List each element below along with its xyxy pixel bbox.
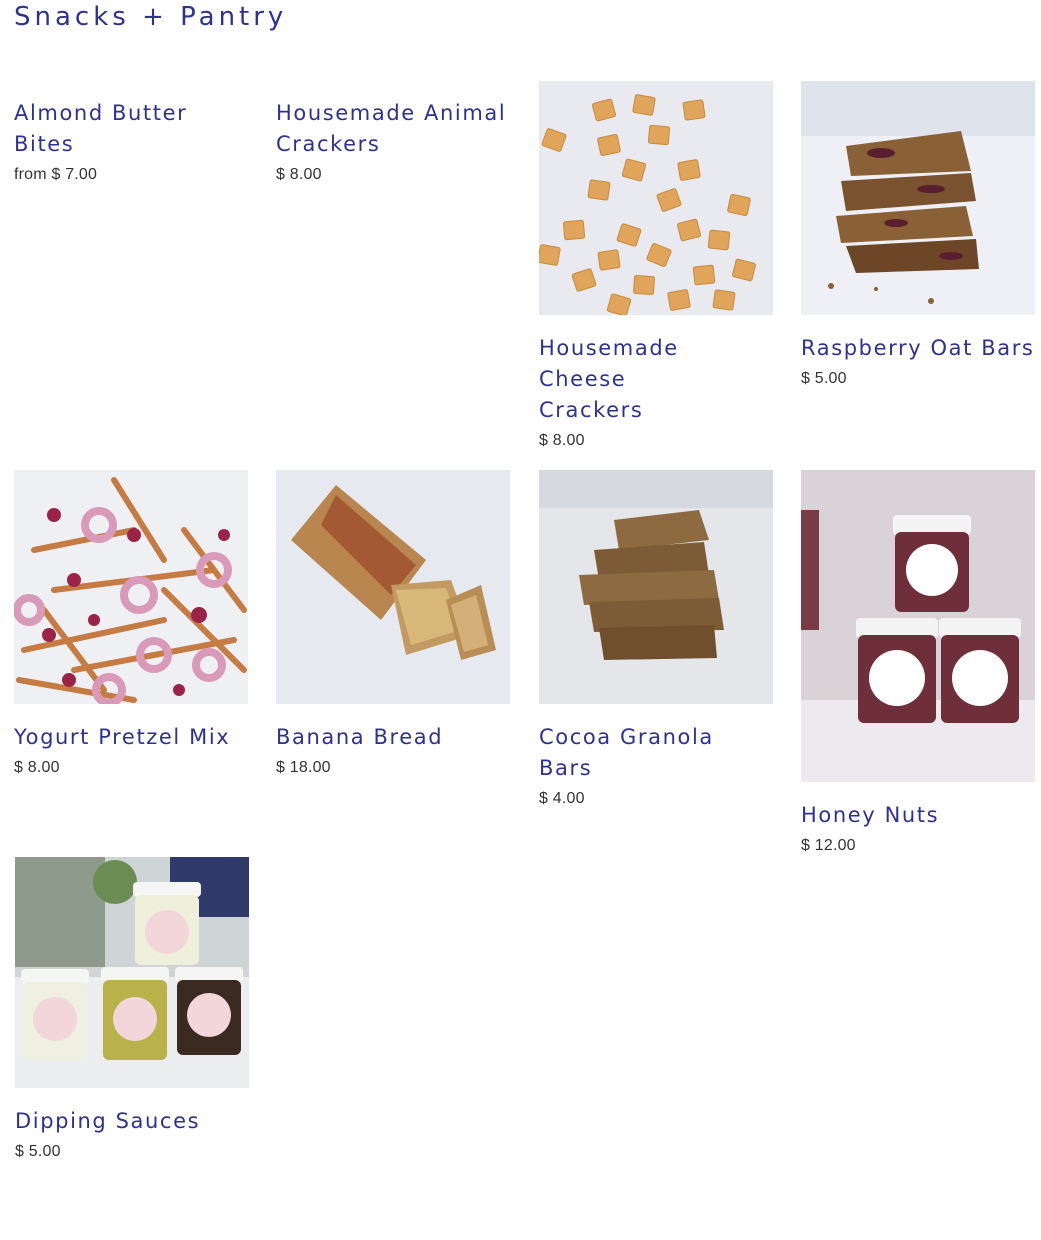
product-name-line2[interactable]: Bites: [14, 129, 248, 160]
product-price: from $ 7.00: [14, 166, 98, 183]
product-price: $ 8.00: [14, 759, 60, 776]
product-card[interactable]: Banana Bread $ 18.00: [276, 470, 510, 777]
product-card[interactable]: Housemade Animal Crackers $ 8.00: [276, 98, 510, 184]
product-card[interactable]: Almond Butter Bites from $ 7.00: [14, 98, 248, 184]
product-card[interactable]: Housemade Cheese Crackers $ 8.00: [539, 81, 773, 450]
product-name-line1[interactable]: Housemade Cheese: [539, 333, 773, 395]
product-image-cheese-crackers[interactable]: [539, 81, 773, 315]
page-title: Snacks + Pantry: [14, 2, 288, 32]
product-name-line2[interactable]: Crackers: [276, 129, 510, 160]
product-image-dipping-sauce-jars[interactable]: [15, 857, 249, 1088]
product-name-line2[interactable]: Crackers: [539, 395, 773, 426]
product-image-granola-bars[interactable]: [539, 470, 773, 704]
product-price: $ 18.00: [276, 759, 331, 776]
product-name-line1[interactable]: Yogurt Pretzel Mix: [14, 722, 248, 753]
product-name-line1[interactable]: Housemade Animal: [276, 98, 510, 129]
product-name-line1[interactable]: Raspberry Oat Bars: [801, 333, 1035, 364]
product-card[interactable]: Honey Nuts $ 12.00: [801, 470, 1035, 855]
product-name-line1[interactable]: Cocoa Granola Bars: [539, 722, 773, 784]
product-name-line1[interactable]: Dipping Sauces: [15, 1106, 249, 1137]
product-card[interactable]: Yogurt Pretzel Mix $ 8.00: [14, 470, 248, 777]
product-name-line1[interactable]: Honey Nuts: [801, 800, 1035, 831]
product-price: $ 5.00: [15, 1143, 61, 1160]
product-image-honey-nuts-jars[interactable]: [801, 470, 1035, 782]
product-card[interactable]: Dipping Sauces $ 5.00: [15, 857, 249, 1161]
product-price: $ 8.00: [276, 166, 322, 183]
product-name-line1[interactable]: Almond Butter: [14, 98, 248, 129]
product-image-pretzel-mix[interactable]: [14, 470, 248, 704]
product-card[interactable]: Cocoa Granola Bars $ 4.00: [539, 470, 773, 808]
product-price: $ 8.00: [539, 432, 585, 449]
product-price: $ 4.00: [539, 790, 585, 807]
product-price: $ 12.00: [801, 837, 856, 854]
product-image-banana-bread[interactable]: [276, 470, 510, 704]
product-name-line1[interactable]: Banana Bread: [276, 722, 510, 753]
product-price: $ 5.00: [801, 370, 847, 387]
product-card[interactable]: Raspberry Oat Bars $ 5.00: [801, 81, 1035, 388]
product-image-oat-bars[interactable]: [801, 81, 1035, 315]
